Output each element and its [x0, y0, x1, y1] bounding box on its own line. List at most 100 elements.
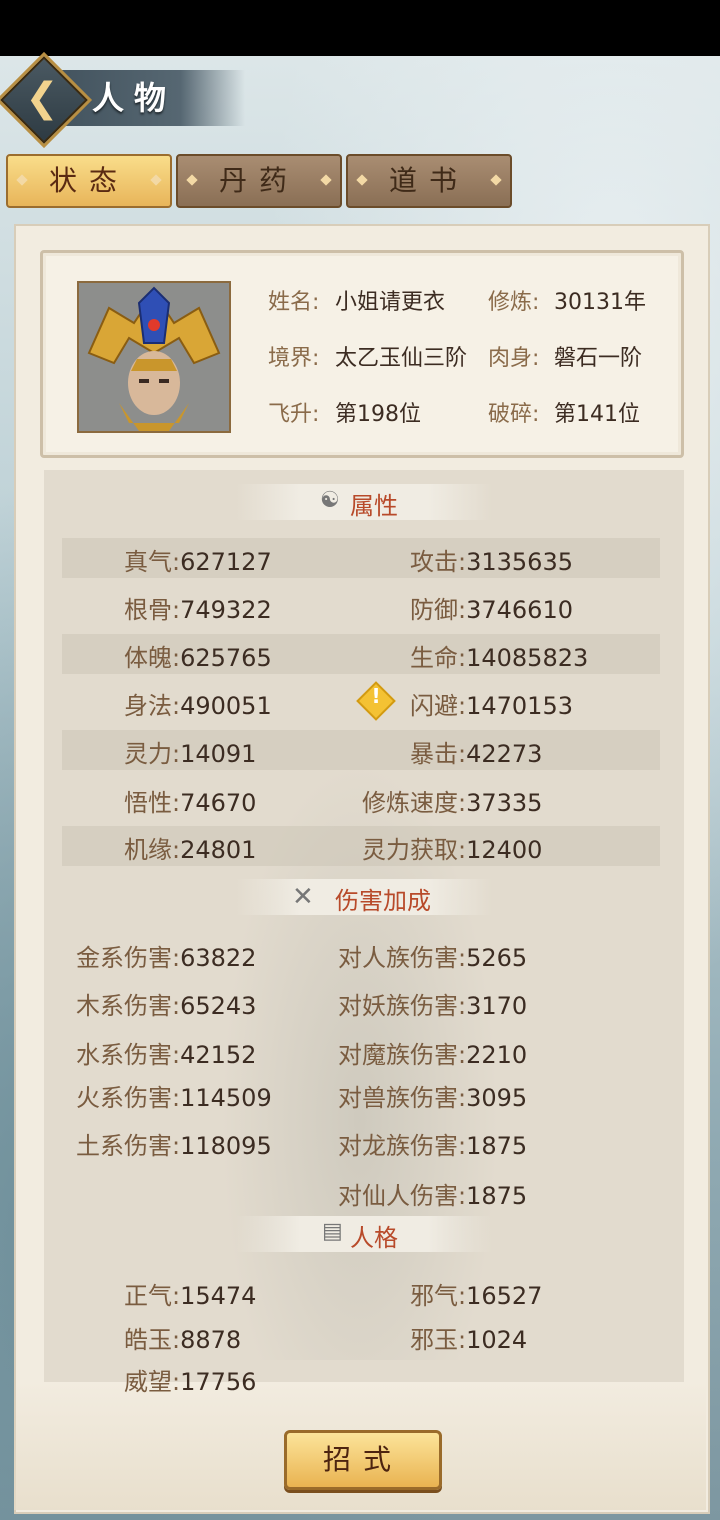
- stat-label: 灵力:: [124, 740, 181, 768]
- realm-label: 境界:: [268, 346, 320, 371]
- stat-label: 火系伤害:: [76, 1084, 181, 1112]
- tab-daoshu[interactable]: 道书: [346, 154, 512, 208]
- tab-ornament-icon: [356, 174, 368, 186]
- tab-ornament-icon: [16, 174, 28, 186]
- stat-label: 身法:: [124, 692, 181, 720]
- cultivate-value: 30131年: [554, 290, 646, 315]
- stat-value: 2210: [466, 1041, 528, 1069]
- stat-label: 对仙人伤害:: [338, 1182, 467, 1210]
- damage-right: 对妖族伤害:3170: [338, 986, 527, 1021]
- stat-label: 木系伤害:: [76, 992, 181, 1020]
- stat-label: 皓玉:: [124, 1326, 181, 1354]
- damage-left: 金系伤害:63822: [76, 938, 256, 973]
- stat-label: 真气:: [124, 548, 181, 576]
- stat-value: 3095: [466, 1084, 528, 1112]
- damage-left: 火系伤害:114509: [76, 1078, 272, 1113]
- tab-ornament-icon: [150, 174, 162, 186]
- damage-right: 对魔族伤害:2210: [338, 1035, 527, 1070]
- personality-right: 邪气:16527: [410, 1276, 542, 1311]
- stat-value: 118095: [180, 1132, 272, 1160]
- stat-value: 14085823: [466, 644, 589, 672]
- warrior-helmet-icon: [79, 283, 229, 431]
- stat-label: 对龙族伤害:: [338, 1132, 467, 1160]
- stat-label: 机缘:: [124, 836, 181, 864]
- damage-left: 水系伤害:42152: [76, 1035, 256, 1070]
- stat-value: 627127: [180, 548, 272, 576]
- character-avatar[interactable]: [77, 281, 231, 433]
- stat-label: 防御:: [410, 596, 467, 624]
- stat-label: 对兽族伤害:: [338, 1084, 467, 1112]
- chevron-left-icon[interactable]: ❮: [22, 78, 62, 118]
- attribute-right: 生命:14085823: [410, 638, 588, 673]
- stat-value: 42152: [180, 1041, 257, 1069]
- body-value: 磐石一阶: [554, 346, 643, 371]
- attribute-right: 灵力获取:12400: [362, 830, 542, 865]
- stat-label: 邪气:: [410, 1282, 467, 1310]
- stat-value: 5265: [466, 944, 528, 972]
- personality-left: 正气:15474: [124, 1276, 256, 1311]
- stat-label: 根骨:: [124, 596, 181, 624]
- attributes-title: 属性: [350, 492, 398, 520]
- stat-label: 生命:: [410, 644, 467, 672]
- damage-left: 土系伤害:118095: [76, 1126, 272, 1161]
- skills-button[interactable]: 招式: [284, 1430, 442, 1490]
- stat-label: 暴击:: [410, 740, 467, 768]
- stat-label: 体魄:: [124, 644, 181, 672]
- tab-status[interactable]: 状态: [6, 154, 172, 208]
- attribute-right: 攻击:3135635: [410, 542, 573, 577]
- ascend-label: 飞升:: [268, 402, 320, 427]
- tab-pills[interactable]: 丹药: [176, 154, 342, 208]
- personality-title: 人格: [350, 1224, 398, 1252]
- stat-label: 金系伤害:: [76, 944, 181, 972]
- damage-right: 对龙族伤害:1875: [338, 1126, 527, 1161]
- stat-value: 625765: [180, 644, 272, 672]
- stat-value: 37335: [466, 789, 543, 817]
- ascend-value: 第198位: [335, 402, 421, 427]
- stat-value: 74670: [180, 789, 257, 817]
- name-label: 姓名:: [268, 290, 320, 315]
- personality-left: 皓玉:8878: [124, 1320, 241, 1355]
- attribute-right: 暴击:42273: [410, 734, 542, 769]
- status-bar: [0, 0, 720, 56]
- stat-label: 水系伤害:: [76, 1041, 181, 1069]
- tab-status-label: 状态: [48, 164, 129, 197]
- stat-label: 灵力获取:: [362, 836, 467, 864]
- tab-ornament-icon: [490, 174, 502, 186]
- break-value: 第141位: [554, 402, 640, 427]
- attribute-left: 悟性:74670: [124, 783, 256, 818]
- stat-value: 42273: [466, 740, 543, 768]
- stat-label: 土系伤害:: [76, 1132, 181, 1160]
- tab-ornament-icon: [320, 174, 332, 186]
- personality-left: 威望:17756: [124, 1362, 256, 1397]
- stat-value: 24801: [180, 836, 257, 864]
- stat-label: 对人族伤害:: [338, 944, 467, 972]
- attribute-left: 灵力:14091: [124, 734, 256, 769]
- damage-right: 对仙人伤害:1875: [338, 1176, 527, 1211]
- stat-value: 3746610: [466, 596, 573, 624]
- stat-label: 闪避:: [410, 692, 467, 720]
- stat-value: 1875: [466, 1182, 528, 1210]
- damage-title: 伤害加成: [335, 887, 431, 915]
- attribute-left: 身法:490051: [124, 686, 272, 721]
- tab-daoshu-label: 道书: [388, 164, 469, 197]
- stat-label: 悟性:: [124, 789, 181, 817]
- stat-value: 14091: [180, 740, 257, 768]
- break-label: 破碎:: [488, 402, 540, 427]
- tab-pills-label: 丹药: [218, 164, 299, 197]
- cultivate-label: 修炼:: [488, 290, 540, 315]
- stat-value: 490051: [180, 692, 272, 720]
- document-icon: ▤: [322, 1219, 343, 1244]
- realm-value: 太乙玉仙三阶: [335, 346, 468, 371]
- tab-ornament-icon: [186, 174, 198, 186]
- stat-label: 修炼速度:: [362, 789, 467, 817]
- damage-right: 对人族伤害:5265: [338, 938, 527, 973]
- page-title: 人物: [92, 79, 177, 117]
- stat-value: 16527: [466, 1282, 543, 1310]
- personality-right: 邪玉:1024: [410, 1320, 527, 1355]
- warning-mark: !: [371, 684, 381, 708]
- attribute-left: 真气:627127: [124, 542, 272, 577]
- stat-value: 749322: [180, 596, 272, 624]
- stat-label: 威望:: [124, 1368, 181, 1396]
- attribute-right: 防御:3746610: [410, 590, 573, 625]
- attribute-right: 闪避:1470153: [410, 686, 573, 721]
